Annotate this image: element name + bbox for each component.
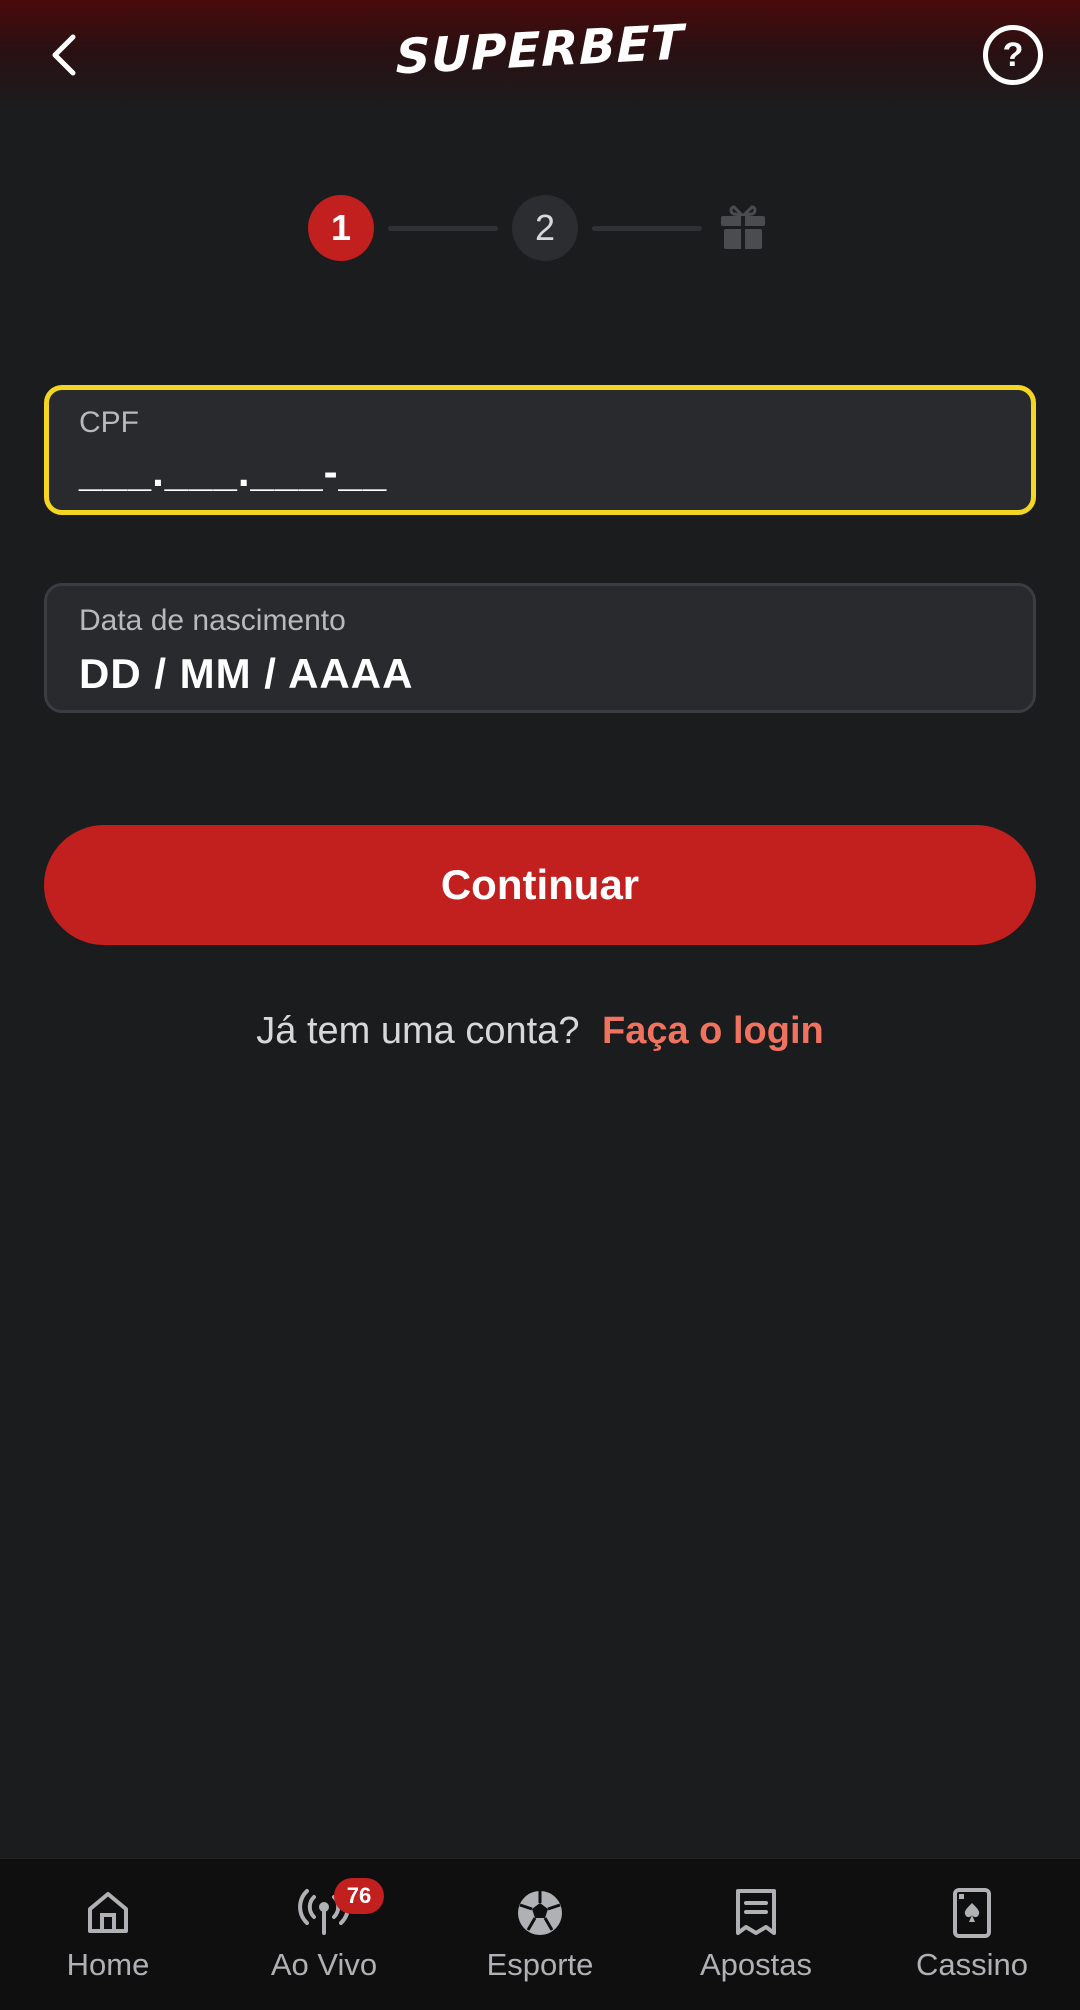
registration-page: SUPERBET ? 1 2 CPF ___.___.___-__ Data d… [0, 0, 1080, 2010]
nav-item-sports[interactable]: Esporte [432, 1859, 648, 2010]
bet-slip-icon [736, 1889, 776, 1935]
live-count-badge: 76 [334, 1878, 384, 1914]
nav-item-home[interactable]: Home [0, 1859, 216, 2010]
nav-label-bets: Apostas [699, 1947, 812, 1982]
login-link[interactable]: Faça o login [602, 1010, 824, 1052]
app-header: SUPERBET ? [0, 0, 1080, 110]
nav-label-live: Ao Vivo [270, 1947, 378, 1982]
birthdate-field[interactable]: Data de nascimento DD / MM / AAAA [44, 583, 1036, 713]
step-2-indicator: 2 [512, 195, 578, 261]
birthdate-label: Data de nascimento [79, 604, 346, 637]
help-button[interactable]: ? [983, 25, 1043, 85]
nav-label-sports: Esporte [486, 1947, 594, 1982]
step-connector [592, 226, 702, 231]
nav-item-casino[interactable]: Cassino [864, 1859, 1080, 2010]
login-prompt: Já tem uma conta? Faça o login [0, 1010, 1080, 1053]
step-1-indicator: 1 [308, 195, 374, 261]
cpf-field[interactable]: CPF ___.___.___-__ [44, 385, 1036, 515]
soccer-ball-icon [518, 1891, 562, 1935]
playing-card-icon [953, 1888, 991, 1938]
superbet-logo: SUPERBET [395, 14, 685, 86]
home-icon [88, 1892, 128, 1933]
login-prompt-text: Já tem uma conta? [256, 1010, 580, 1052]
question-mark-icon: ? [1002, 35, 1024, 74]
gift-icon [721, 205, 765, 249]
nav-item-live[interactable]: Ao Vivo [216, 1859, 432, 2010]
nav-label-home: Home [66, 1947, 150, 1982]
continue-button[interactable]: Continuar [44, 825, 1036, 945]
cpf-input[interactable]: ___.___.___-__ [79, 448, 387, 496]
birthdate-input[interactable]: DD / MM / AAAA [79, 650, 413, 698]
cpf-label: CPF [79, 406, 139, 439]
registration-stepper: 1 2 [0, 195, 1080, 261]
nav-item-bets[interactable]: Apostas [648, 1859, 864, 2010]
bottom-navigation: Home Ao Vivo Esporte Apostas Cassino [0, 1858, 1080, 2010]
nav-label-casino: Cassino [916, 1947, 1028, 1982]
step-connector [388, 226, 498, 231]
